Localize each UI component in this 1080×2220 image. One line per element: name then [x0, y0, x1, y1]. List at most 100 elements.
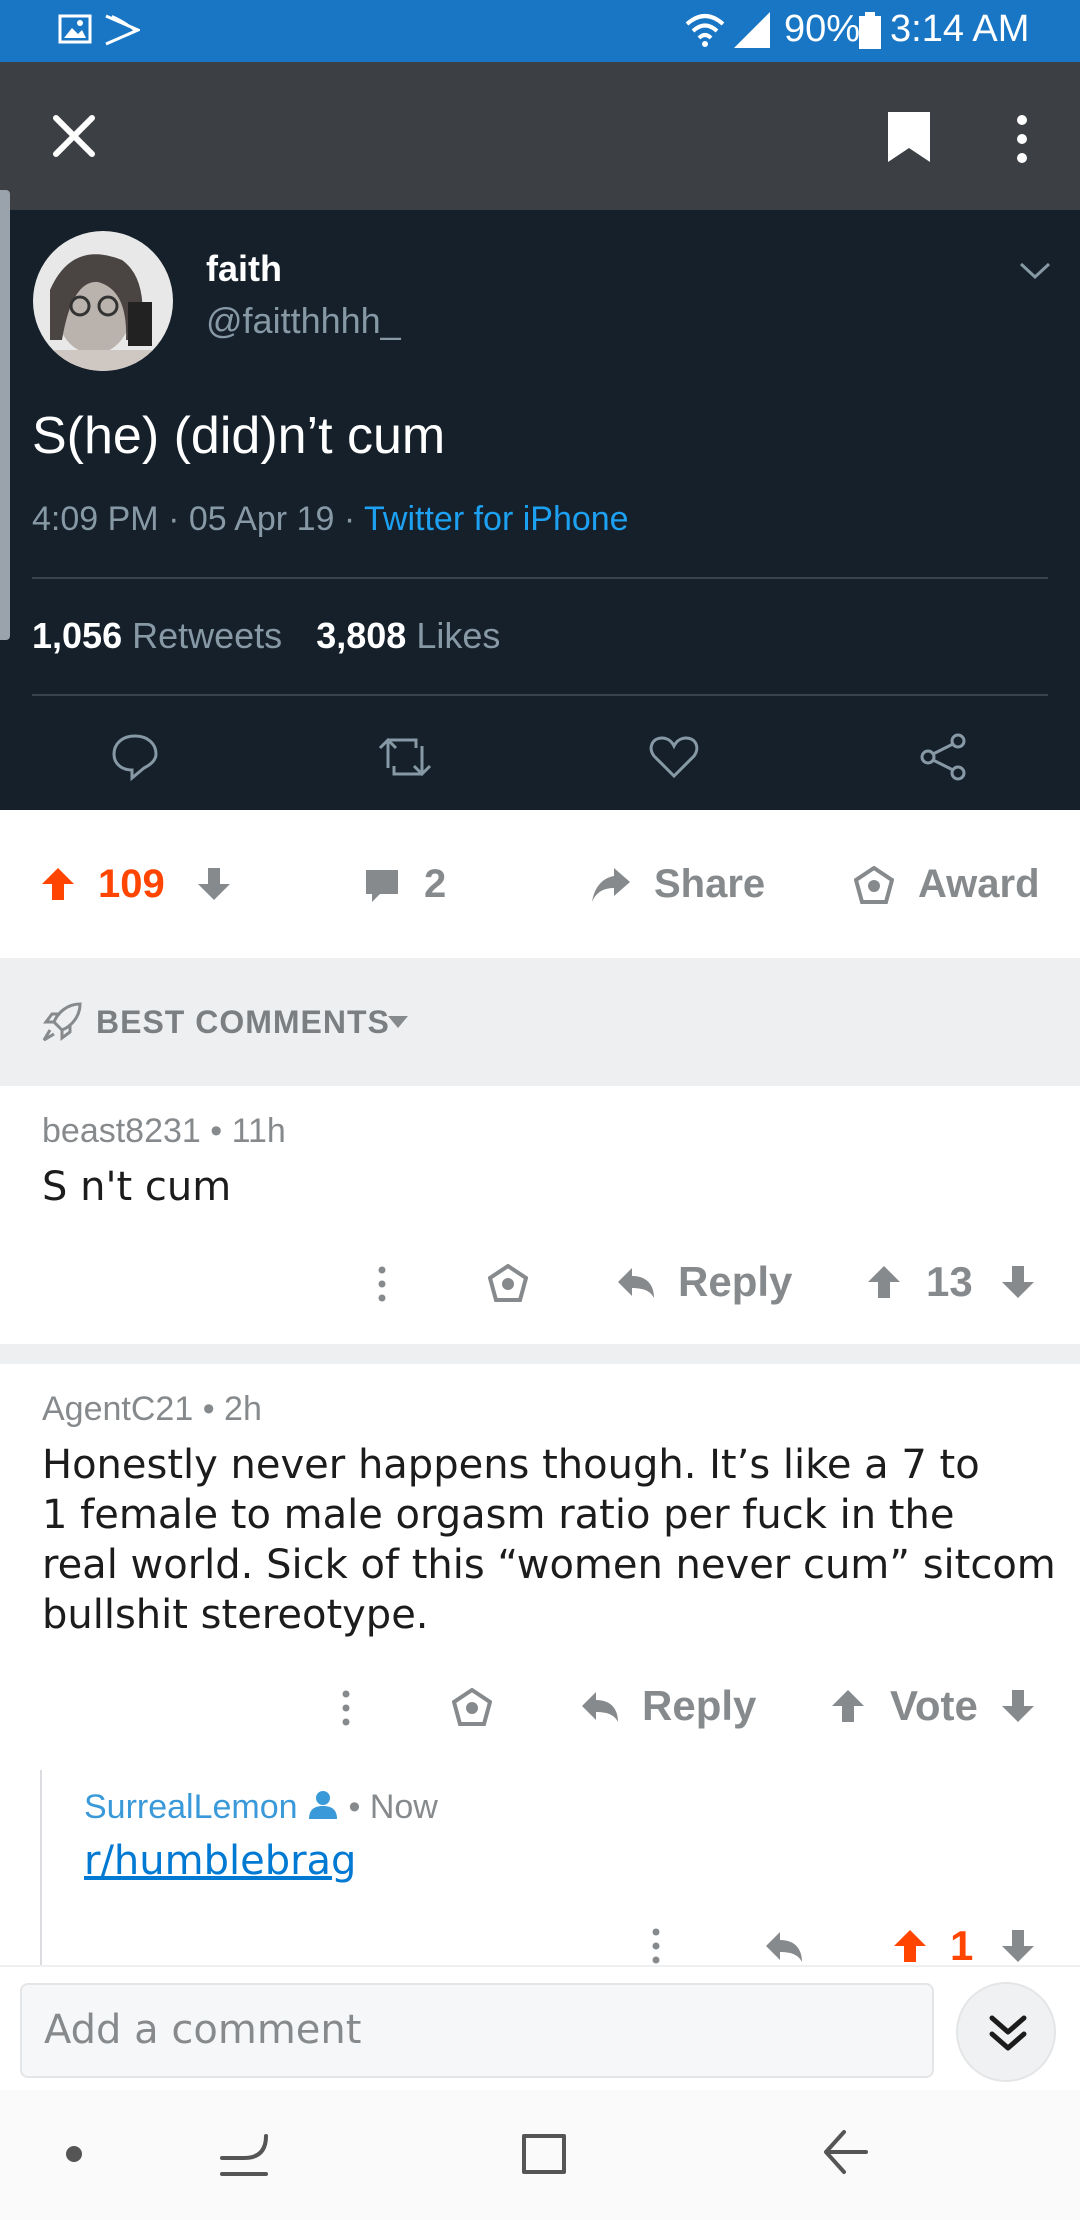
comment-input[interactable]: Add a comment [20, 1983, 934, 2078]
system-nav-bar [0, 2090, 1080, 2220]
sort-bar[interactable]: BEST COMMENTS [0, 958, 1080, 1086]
comments-button[interactable]: 2 [364, 862, 484, 912]
battery-percent: 90% [784, 8, 861, 50]
award-button[interactable]: Award [854, 862, 1054, 912]
comment-score: Vote [890, 1682, 978, 1729]
tweet-text: S(he) (did)n’t cum [32, 407, 446, 465]
tweet-meta: 4:09 PM · 05 Apr 19 · Twitter for iPhone [32, 500, 629, 539]
tweet-display-name: faith [206, 248, 282, 289]
rocket-icon [42, 1002, 82, 1042]
user-icon [309, 1791, 338, 1819]
avatar [33, 231, 173, 371]
signal-icon [734, 12, 770, 48]
downvote-icon[interactable] [1000, 1928, 1036, 1964]
tweet-source: Twitter for iPhone [364, 500, 629, 538]
comment-meta: beast8231 • 11h [42, 1112, 286, 1151]
jump-next-comment-button[interactable] [956, 1982, 1056, 2082]
award-icon[interactable] [488, 1264, 528, 1304]
retweet-icon [378, 737, 432, 777]
downvote-icon[interactable] [1000, 1688, 1036, 1724]
more-icon[interactable] [374, 1264, 390, 1304]
heart-icon [649, 736, 699, 779]
award-label: Award [918, 862, 1040, 906]
reply-icon [582, 1692, 618, 1722]
share-button[interactable]: Share [590, 862, 770, 912]
tweet-stats: 1,056 Retweets 3,808 Likes [32, 615, 500, 657]
comment-author[interactable]: SurrealLemon [84, 1788, 298, 1826]
share-arrow-icon [592, 868, 630, 902]
tweet-divider [32, 577, 1048, 579]
reply-button[interactable]: Reply [616, 1258, 796, 1310]
upvote-icon[interactable] [40, 866, 76, 902]
reply-button[interactable]: Reply [580, 1682, 760, 1734]
post-actions-bar: 109 2 Share Award [0, 810, 1080, 958]
status-bar: 90% 3:14 AM [0, 0, 1080, 62]
comment-author[interactable]: AgentC21 [42, 1390, 193, 1428]
downvote-icon[interactable] [196, 866, 232, 902]
upvote-icon[interactable] [892, 1928, 928, 1964]
caret-down-icon [388, 1016, 408, 1028]
recents-icon[interactable] [220, 2130, 268, 2178]
comment-count: 2 [424, 862, 447, 906]
thread-line [40, 1770, 42, 1965]
comment-body: S n't cum [42, 1164, 232, 1210]
chevron-down-icon[interactable] [1018, 260, 1052, 282]
more-icon[interactable] [338, 1688, 354, 1728]
award-icon[interactable] [452, 1688, 492, 1728]
reply-bubble-icon [112, 734, 158, 782]
nav-dot-icon[interactable] [64, 2144, 84, 2164]
double-chevron-down-icon [989, 2015, 1027, 2051]
upvote-icon[interactable] [866, 1264, 902, 1300]
comment-line: bullshit stereotype. [42, 1592, 429, 1638]
more-icon[interactable] [648, 1926, 664, 1966]
share-label: Share [654, 862, 766, 906]
toolbar [0, 62, 1080, 210]
comment-2: AgentC21 • 2h Honestly never happens tho… [0, 1364, 1080, 1734]
like-label: Likes [416, 615, 501, 656]
gallery-icon [58, 14, 92, 44]
wifi-icon [685, 14, 725, 47]
retweet-label: Retweets [132, 615, 283, 656]
post-score: 109 [98, 862, 165, 906]
comment-meta: SurrealLemon • Now [84, 1788, 438, 1827]
tweet-image[interactable]: faith @faitthhhh_ S(he) (did)n’t cum 4:0… [0, 190, 1080, 810]
comment-author[interactable]: beast8231 [42, 1112, 201, 1150]
comment-icon [366, 870, 398, 902]
more-vert-icon[interactable] [1010, 112, 1034, 166]
clock: 3:14 AM [890, 8, 1030, 50]
comment-score: 13 [926, 1258, 973, 1305]
sort-label: BEST COMMENTS [96, 1004, 390, 1040]
tweet-time: 4:09 PM · 05 Apr 19 · [32, 500, 356, 538]
home-icon[interactable] [520, 2128, 568, 2176]
comment-line: 1 female to male orgasm ratio per fuck i… [42, 1492, 955, 1538]
retweet-count: 1,056 [32, 615, 123, 656]
reply-icon [618, 1268, 654, 1298]
share-nodes-icon [920, 733, 966, 781]
battery-icon [859, 12, 881, 49]
comment-age: • 11h [210, 1112, 286, 1150]
back-icon[interactable] [822, 2128, 870, 2176]
comment-line: Honestly never happens though. It’s like… [42, 1442, 980, 1488]
comment-1: beast8231 • 11h S n't cum Reply 13 [0, 1086, 1080, 1344]
award-icon [854, 866, 894, 904]
comment-age: • 2h [202, 1390, 262, 1428]
comment-3: SurrealLemon • Now r/humblebrag 1 [0, 1734, 1080, 1969]
comment-line: real world. Sick of this “women never cu… [42, 1542, 1056, 1588]
reply-label: Reply [642, 1682, 757, 1729]
comment-body: Honestly never happens though. It’s like… [42, 1440, 1056, 1640]
tweet-divider-2 [32, 694, 1048, 696]
reply-icon[interactable] [764, 1930, 804, 1964]
downvote-icon[interactable] [1000, 1264, 1036, 1300]
bookmark-icon[interactable] [886, 110, 932, 164]
close-icon[interactable] [52, 114, 96, 158]
like-count: 3,808 [316, 615, 407, 656]
comment-score: 1 [950, 1922, 974, 1969]
comment-separator [0, 1344, 1080, 1364]
subreddit-link[interactable]: r/humblebrag [84, 1838, 356, 1884]
comment-meta: AgentC21 • 2h [42, 1390, 262, 1429]
reply-label: Reply [678, 1258, 793, 1305]
comment-age: • Now [348, 1788, 438, 1826]
upvote-icon[interactable] [830, 1688, 866, 1724]
tweet-handle: @faitthhhh_ [206, 300, 401, 341]
sprint-icon [105, 14, 140, 46]
